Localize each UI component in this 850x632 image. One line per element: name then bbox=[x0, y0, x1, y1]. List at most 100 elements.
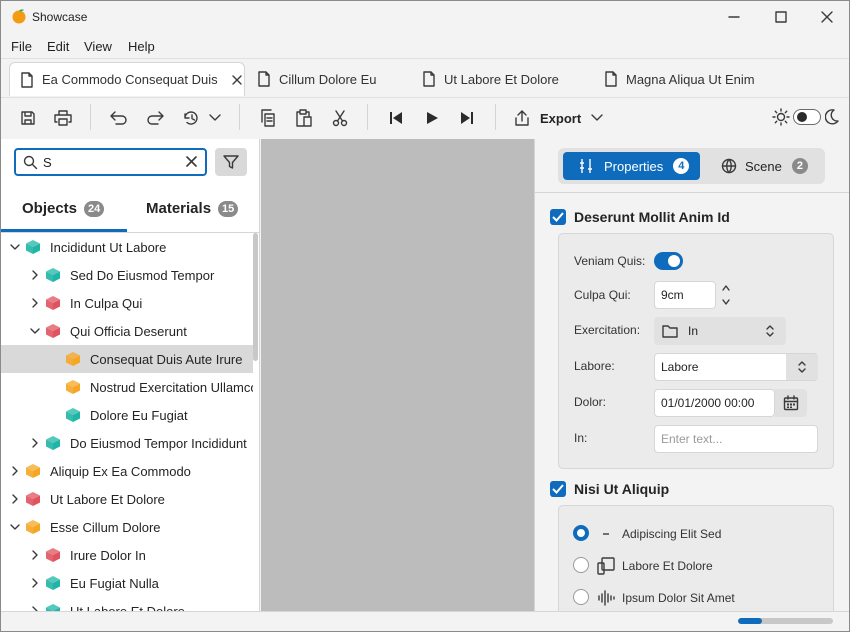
sliders-icon bbox=[580, 159, 592, 173]
tree-row[interactable]: Nostrud Exercitation Ullamco bbox=[1, 373, 253, 401]
export-button[interactable]: Export bbox=[513, 106, 581, 130]
maximize-button[interactable] bbox=[758, 1, 804, 32]
culpa-qui-spinbox[interactable]: 9cm bbox=[654, 281, 716, 309]
chevron-right-icon[interactable] bbox=[29, 577, 41, 589]
cube-icon bbox=[46, 324, 60, 338]
window-title: Showcase bbox=[32, 10, 88, 24]
tree-item-label: Ut Labore Et Dolore bbox=[70, 604, 185, 611]
tab-objects[interactable]: Objects 24 bbox=[1, 190, 127, 232]
labore-value: Labore bbox=[661, 360, 699, 374]
tree-scrollbar[interactable] bbox=[253, 233, 258, 361]
tab-ea-commodo[interactable]: Ea Commodo Consequat Duis bbox=[9, 62, 245, 96]
copy-button[interactable] bbox=[254, 106, 282, 130]
tree-row[interactable]: Aliquip Ex Ea Commodo bbox=[1, 457, 253, 485]
cube-icon bbox=[46, 604, 60, 611]
option-ipsum[interactable]: Ipsum Dolor Sit Amet bbox=[573, 589, 813, 607]
tree-row[interactable]: Do Eiusmod Tempor Incididunt bbox=[1, 429, 253, 457]
minimize-button[interactable] bbox=[711, 1, 757, 32]
section-1-checkbox[interactable] bbox=[550, 209, 566, 225]
objects-tab-label: Objects bbox=[22, 200, 78, 217]
history-button[interactable] bbox=[177, 106, 205, 130]
menu-view[interactable]: View bbox=[84, 39, 112, 54]
labore-combobox[interactable]: Labore bbox=[654, 353, 818, 381]
tab-label: Cillum Dolore Eu bbox=[279, 71, 377, 87]
undo-icon bbox=[110, 111, 127, 125]
object-tree: Incididunt Ut Labore Sed Do Eiusmod Tempo… bbox=[1, 233, 253, 611]
redo-button[interactable] bbox=[141, 106, 169, 130]
calendar-button[interactable] bbox=[775, 389, 807, 417]
search-field[interactable] bbox=[14, 148, 207, 176]
play-button[interactable] bbox=[418, 106, 446, 130]
clear-search-icon[interactable] bbox=[186, 156, 197, 167]
scissors-icon bbox=[332, 110, 348, 127]
tab-ut-labore[interactable]: Ut Labore Et Dolore bbox=[422, 62, 592, 96]
cube-icon bbox=[46, 268, 60, 282]
history-dropdown-button[interactable] bbox=[203, 106, 227, 130]
veniam-quis-toggle[interactable] bbox=[654, 252, 683, 270]
tree-row[interactable]: Ut Labore Et Dolore bbox=[1, 597, 253, 611]
cut-button[interactable] bbox=[326, 106, 354, 130]
chevron-down-icon[interactable] bbox=[722, 299, 730, 305]
tab-close-icon[interactable] bbox=[231, 74, 242, 85]
cube-icon bbox=[46, 548, 60, 562]
viewport[interactable] bbox=[261, 139, 534, 611]
menu-help[interactable]: Help bbox=[128, 39, 155, 54]
chevron-right-icon[interactable] bbox=[29, 549, 41, 561]
menu-edit[interactable]: Edit bbox=[47, 39, 69, 54]
export-dropdown-button[interactable] bbox=[585, 106, 609, 130]
dolor-datetime-field[interactable]: 01/01/2000 00:00 bbox=[654, 389, 775, 417]
filter-button[interactable] bbox=[215, 148, 247, 176]
tree-row[interactable]: Eu Fugiat Nulla bbox=[1, 569, 253, 597]
chevron-right-icon[interactable] bbox=[9, 493, 21, 505]
chevron-right-icon[interactable] bbox=[9, 465, 21, 477]
chevron-right-icon[interactable] bbox=[29, 297, 41, 309]
save-button[interactable] bbox=[14, 106, 42, 130]
tree-row[interactable]: Irure Dolor In bbox=[1, 541, 253, 569]
calendar-icon bbox=[783, 395, 799, 411]
exercitation-picker[interactable]: In bbox=[654, 317, 786, 345]
radio-button[interactable] bbox=[573, 557, 589, 573]
tree-row[interactable]: Ut Labore Et Dolore bbox=[1, 485, 253, 513]
chevron-right-icon[interactable] bbox=[29, 437, 41, 449]
toggle-knob bbox=[797, 112, 807, 122]
tree-item-label: Consequat Duis Aute Irure bbox=[90, 352, 243, 367]
labore-label: Labore: bbox=[574, 359, 615, 373]
chevron-down-icon[interactable] bbox=[9, 241, 21, 253]
chevron-up-icon[interactable] bbox=[722, 285, 730, 291]
undo-button[interactable] bbox=[105, 106, 133, 130]
skip-forward-button[interactable] bbox=[453, 106, 481, 130]
menu-file[interactable]: File bbox=[11, 39, 32, 54]
combobox-button[interactable] bbox=[786, 354, 818, 380]
in-text-input[interactable]: Enter text... bbox=[654, 425, 818, 453]
tree-row[interactable]: Consequat Duis Aute Irure bbox=[1, 345, 253, 373]
tree-item-label: Qui Officia Deserunt bbox=[70, 324, 187, 339]
chevron-down-icon[interactable] bbox=[29, 325, 41, 337]
segment-scene[interactable]: Scene 2 bbox=[711, 152, 819, 180]
tree-row[interactable]: Dolore Eu Fugiat bbox=[1, 401, 253, 429]
option-adipiscing[interactable]: Adipiscing Elit Sed bbox=[573, 525, 813, 543]
tree-row[interactable]: Sed Do Eiusmod Tempor bbox=[1, 261, 253, 289]
paste-icon bbox=[296, 109, 312, 127]
radio-button[interactable] bbox=[573, 589, 589, 605]
moon-icon bbox=[825, 109, 839, 125]
print-button[interactable] bbox=[49, 106, 77, 130]
skip-back-button[interactable] bbox=[382, 106, 410, 130]
theme-toggle[interactable] bbox=[793, 109, 821, 125]
tree-row[interactable]: Incididunt Ut Labore bbox=[1, 233, 253, 261]
tab-magna-aliqua[interactable]: Magna Aliqua Ut Enim bbox=[604, 62, 774, 96]
segment-properties[interactable]: Properties 4 bbox=[563, 152, 700, 180]
chevron-down-icon[interactable] bbox=[9, 521, 21, 533]
tab-materials[interactable]: Materials 15 bbox=[127, 190, 260, 232]
tree-row[interactable]: Qui Officia Deserunt bbox=[1, 317, 253, 345]
paste-button[interactable] bbox=[290, 106, 318, 130]
chevron-right-icon[interactable] bbox=[29, 269, 41, 281]
option-labore[interactable]: Labore Et Dolore bbox=[573, 557, 813, 575]
close-window-button[interactable] bbox=[804, 1, 849, 32]
radio-button[interactable] bbox=[573, 525, 589, 541]
tab-cillum-dolore[interactable]: Cillum Dolore Eu bbox=[257, 62, 422, 96]
search-input[interactable] bbox=[43, 153, 183, 171]
tree-row[interactable]: Esse Cillum Dolore bbox=[1, 513, 253, 541]
status-bar bbox=[1, 611, 849, 631]
tree-row[interactable]: In Culpa Qui bbox=[1, 289, 253, 317]
section-2-checkbox[interactable] bbox=[550, 481, 566, 497]
